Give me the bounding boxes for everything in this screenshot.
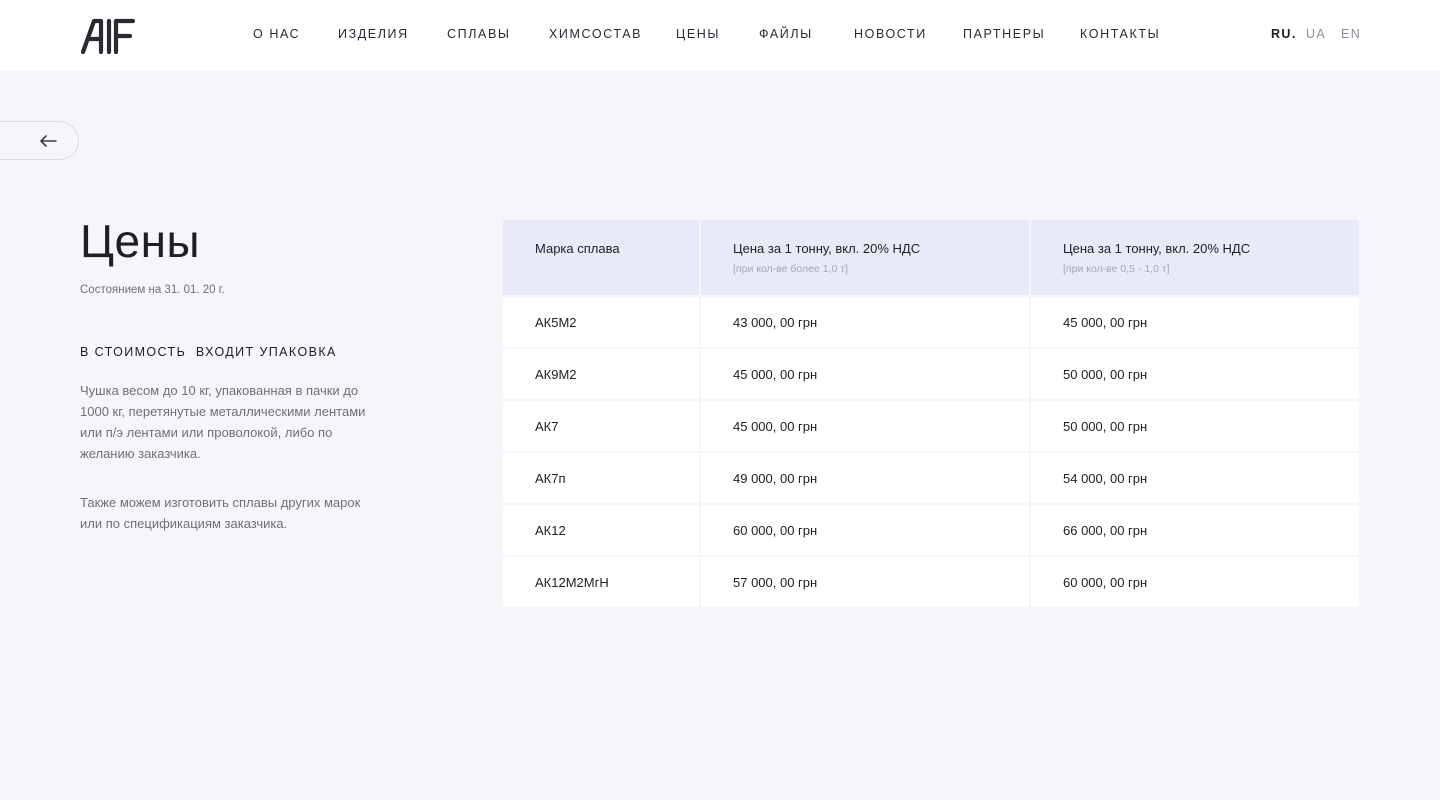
nav-item-partners[interactable]: ПАРТНЕРЫ (963, 27, 1045, 41)
table-row: АК12 (503, 505, 699, 555)
lang-ru[interactable]: RU. (1271, 27, 1296, 41)
table-cell: 45 000, 00 грн (1031, 297, 1359, 347)
arrow-left-icon (40, 135, 57, 147)
table-row: АК12М2МгН (503, 557, 699, 607)
lang-en[interactable]: EN (1341, 27, 1361, 41)
table-row: АК7 (503, 401, 699, 451)
price-over-1t: 45 000, 00 грн (733, 367, 818, 382)
price-0-5-1t: 50 000, 00 грн (1063, 367, 1148, 382)
table-row: АК7п (503, 453, 699, 503)
alloy-grade: АК12 (535, 523, 566, 538)
header-label: Марка сплава (535, 241, 620, 256)
header-note: [при кол-ве более 1,0 т] (733, 263, 848, 275)
lang-ua[interactable]: UA (1306, 27, 1326, 41)
price-over-1t: 43 000, 00 грн (733, 315, 818, 330)
nav-item-files[interactable]: ФАЙЛЫ (759, 27, 813, 41)
packaging-heading: В СТОИМОСТЬ ВХОДИТ УПАКОВКА (80, 345, 337, 359)
price-over-1t: 45 000, 00 грн (733, 419, 818, 434)
nav-item-prices[interactable]: ЦЕНЫ (676, 27, 720, 41)
table-cell: 45 000, 00 грн (701, 401, 1029, 451)
alloy-grade: АК9М2 (535, 367, 577, 382)
nav-item-news[interactable]: НОВОСТИ (854, 27, 927, 41)
page-title: Цены (80, 215, 201, 267)
table-cell: 50 000, 00 грн (1031, 349, 1359, 399)
alloy-grade: АК12М2МгН (535, 575, 609, 590)
price-0-5-1t: 66 000, 00 грн (1063, 523, 1148, 538)
packaging-description: Чушка весом до 10 кг, упакованная в пачк… (80, 383, 366, 461)
alloy-grade: АК7 (535, 419, 559, 434)
nav-item-products[interactable]: ИЗДЕЛИЯ (338, 27, 409, 41)
date-note: Состоянием на 31. 01. 20 г. (80, 284, 225, 296)
price-over-1t: 49 000, 00 грн (733, 471, 818, 486)
table-cell: 66 000, 00 грн (1031, 505, 1359, 555)
logo[interactable] (80, 17, 136, 55)
table-cell: 54 000, 00 грн (1031, 453, 1359, 503)
price-0-5-1t: 50 000, 00 грн (1063, 419, 1148, 434)
price-0-5-1t: 60 000, 00 грн (1063, 575, 1148, 590)
header-label: Цена за 1 тонну, вкл. 20% НДС (1063, 241, 1251, 256)
table-cell: 45 000, 00 грн (701, 349, 1029, 399)
table-cell: 43 000, 00 грн (701, 297, 1029, 347)
price-over-1t: 60 000, 00 грн (733, 523, 818, 538)
price-0-5-1t: 45 000, 00 грн (1063, 315, 1148, 330)
table-cell: 60 000, 00 грн (701, 505, 1029, 555)
custom-alloys-note: Также можем изготовить сплавы других мар… (80, 495, 361, 531)
site-header: О НАС ИЗДЕЛИЯ СПЛАВЫ ХИМСОСТАВ ЦЕНЫ ФАЙЛ… (0, 0, 1440, 71)
table-cell: 49 000, 00 грн (701, 453, 1029, 503)
header-note: [при кол-ве 0,5 - 1,0 т] (1063, 263, 1170, 275)
table-header-cell: Цена за 1 тонну, вкл. 20% НДС [при кол-в… (701, 220, 1029, 295)
table-header-cell: Цена за 1 тонну, вкл. 20% НДС [при кол-в… (1031, 220, 1359, 295)
price-over-1t: 57 000, 00 грн (733, 575, 818, 590)
table-cell: 57 000, 00 грн (701, 557, 1029, 607)
alloy-grade: АК5М2 (535, 315, 577, 330)
header-label: Цена за 1 тонну, вкл. 20% НДС (733, 241, 921, 256)
nav-item-alloys[interactable]: СПЛАВЫ (447, 27, 511, 41)
table-row: АК9М2 (503, 349, 699, 399)
nav-item-chemistry[interactable]: ХИМСОСТАВ (549, 27, 642, 41)
alloy-grade: АК7п (535, 471, 566, 486)
table-cell: 50 000, 00 грн (1031, 401, 1359, 451)
table-row: АК5М2 (503, 297, 699, 347)
table-header-cell: Марка сплава (503, 220, 699, 295)
table-cell: 60 000, 00 грн (1031, 557, 1359, 607)
nav-item-about[interactable]: О НАС (253, 27, 300, 41)
nav-item-contacts[interactable]: КОНТАКТЫ (1080, 27, 1160, 41)
back-button[interactable] (0, 121, 79, 160)
price-0-5-1t: 54 000, 00 грн (1063, 471, 1148, 486)
